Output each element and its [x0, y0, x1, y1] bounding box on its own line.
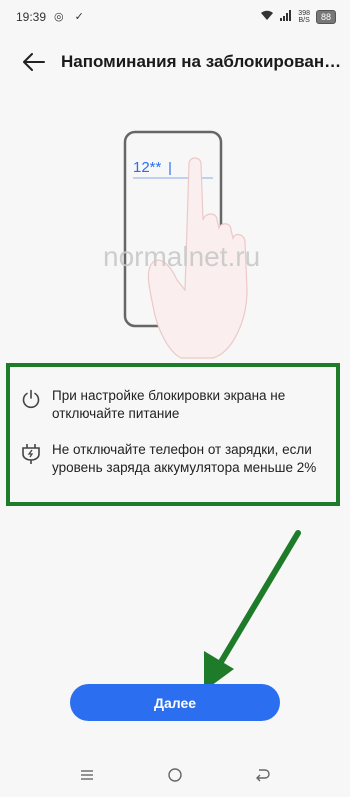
back-nav-icon[interactable]	[251, 763, 275, 787]
arrow-left-icon	[23, 53, 45, 71]
wifi-icon	[260, 8, 274, 26]
instruction-item: При настройке блокировки экрана не отклю…	[10, 387, 336, 423]
instruction-text: При настройке блокировки экрана не отклю…	[52, 388, 286, 421]
network-speed-unit: B/S	[298, 17, 310, 24]
watermark: normalnet.ru	[103, 241, 261, 272]
status-bar: 19:39 ◎ ✓ 398 B/S 88	[0, 0, 350, 34]
next-button-label: Далее	[153, 694, 197, 711]
status-right: 398 B/S 88	[260, 8, 336, 26]
network-speed: 398 B/S	[298, 10, 310, 24]
menu-icon[interactable]	[75, 763, 99, 787]
navigation-bar	[0, 755, 350, 797]
signal-icon	[280, 8, 292, 26]
network-speed-value: 398	[298, 10, 310, 17]
lock-screen-illustration: 12**	[105, 120, 265, 360]
notification-icons: ◎ ✓	[54, 11, 88, 23]
next-button[interactable]: Далее	[70, 684, 280, 721]
pin-text: 12**	[133, 159, 162, 176]
back-button[interactable]	[18, 48, 50, 76]
instruction-text: Не отключайте телефон от зарядки, если у…	[52, 442, 317, 475]
power-icon	[22, 389, 40, 409]
battery-icon: 88	[315, 10, 336, 24]
instructions-box: При настройке блокировки экрана не отклю…	[6, 363, 340, 506]
annotation-arrow-icon	[190, 525, 310, 695]
page-title: Напоминания на заблокирован…	[61, 52, 342, 71]
instruction-item: Не отключайте телефон от зарядки, если у…	[10, 441, 336, 477]
charging-plug-icon	[22, 444, 40, 464]
status-time: 19:39	[16, 10, 47, 24]
home-icon[interactable]	[163, 763, 187, 787]
